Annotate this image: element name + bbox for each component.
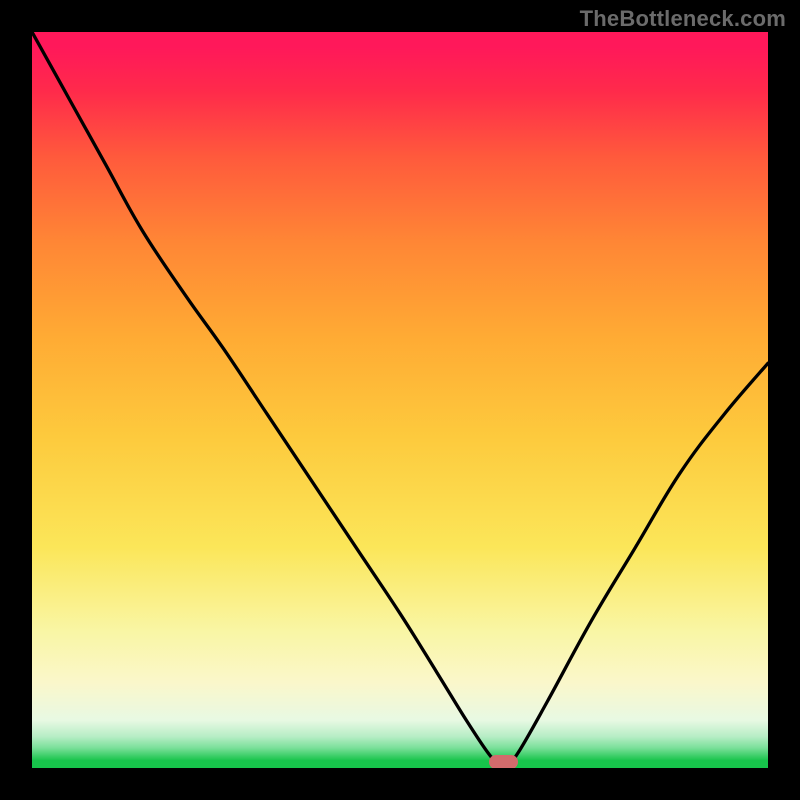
optimal-marker-icon [489,755,518,768]
bottleneck-curve [32,32,768,768]
watermark-text: TheBottleneck.com [580,6,786,32]
chart-frame: TheBottleneck.com [0,0,800,800]
plot-area [32,32,768,768]
